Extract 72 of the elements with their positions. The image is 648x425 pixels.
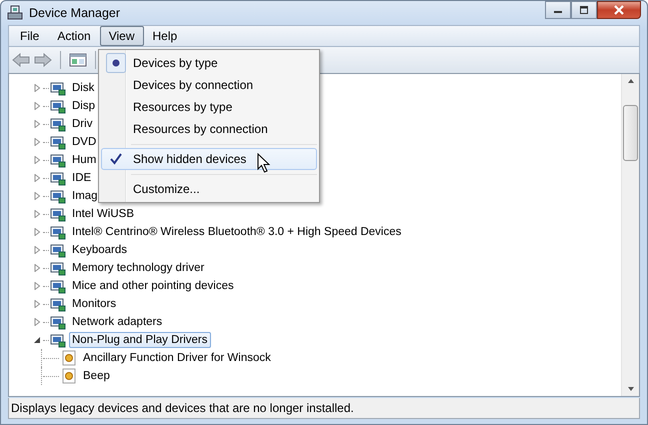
tree-item[interactable]: Mice and other pointing devices <box>69 278 237 294</box>
device-icon <box>50 116 66 132</box>
device-icon <box>50 260 66 276</box>
properties-window-icon[interactable] <box>69 52 87 68</box>
expand-arrow-icon[interactable] <box>33 282 41 290</box>
device-icon <box>50 80 66 96</box>
expand-arrow-icon[interactable] <box>33 120 41 128</box>
tree-item[interactable]: Intel WiUSB <box>69 206 137 222</box>
device-icon <box>50 242 66 258</box>
tree-item[interactable]: IDE <box>69 170 94 186</box>
tree-item[interactable]: Memory technology driver <box>69 260 208 276</box>
tree-item[interactable]: Hum <box>69 152 100 168</box>
vertical-scrollbar[interactable] <box>621 74 639 396</box>
menu-item[interactable]: File <box>11 26 48 46</box>
menu-option[interactable]: Customize... <box>101 178 317 200</box>
forward-arrow-icon[interactable] <box>34 53 52 67</box>
window-title: Device Manager <box>29 6 120 20</box>
device-icon <box>50 224 66 240</box>
device-icon <box>50 206 66 222</box>
tree-item[interactable]: Disp <box>69 98 98 114</box>
close-button[interactable] <box>597 1 641 19</box>
menu-option[interactable]: Show hidden devices <box>101 148 317 170</box>
menu-item[interactable]: Action <box>48 26 100 46</box>
maximize-button[interactable] <box>571 1 597 19</box>
device-icon <box>50 134 66 150</box>
tree-item[interactable]: Keyboards <box>69 242 130 258</box>
expand-arrow-icon[interactable] <box>33 300 41 308</box>
tree-item[interactable]: Monitors <box>69 296 120 312</box>
menu-option[interactable]: Devices by connection <box>101 74 317 96</box>
tree-item[interactable]: DVD <box>69 134 100 150</box>
gear-document-icon <box>61 368 77 384</box>
tree-item[interactable]: Intel® Centrino® Wireless Bluetooth® 3.0 + High Speed Devices <box>69 224 404 240</box>
maximize-icon <box>579 6 589 14</box>
expand-arrow-icon[interactable] <box>33 192 41 200</box>
device-icon <box>50 152 66 168</box>
menu-option[interactable]: Resources by connection <box>101 118 317 140</box>
device-icon <box>50 278 66 294</box>
expand-arrow-icon[interactable] <box>33 246 41 254</box>
menu-option[interactable]: Resources by type <box>101 96 317 118</box>
expand-arrow-icon[interactable] <box>33 228 41 236</box>
device-icon <box>50 296 66 312</box>
expand-arrow-icon[interactable] <box>33 264 41 272</box>
expand-arrow-icon[interactable] <box>33 174 41 182</box>
tree-item[interactable]: Driv <box>69 116 96 132</box>
tree-item[interactable]: Beep <box>80 368 113 384</box>
gear-document-icon <box>61 350 77 366</box>
tree-item[interactable]: Imag <box>69 188 101 204</box>
back-arrow-icon[interactable] <box>12 53 30 67</box>
tree-item[interactable]: Disk <box>69 80 98 96</box>
minimize-button[interactable] <box>545 1 571 19</box>
close-icon <box>613 5 625 15</box>
menu-item[interactable]: View <box>100 26 144 46</box>
tree-item[interactable]: Non-Plug and Play Drivers <box>69 332 211 348</box>
computer-icon <box>7 5 23 21</box>
device-icon <box>50 332 66 348</box>
expand-arrow-icon[interactable] <box>33 210 41 218</box>
collapse-arrow-icon[interactable] <box>33 336 41 344</box>
device-icon <box>50 98 66 114</box>
expand-arrow-icon[interactable] <box>33 102 41 110</box>
device-icon <box>50 188 66 204</box>
expand-arrow-icon[interactable] <box>33 138 41 146</box>
expand-arrow-icon[interactable] <box>33 156 41 164</box>
tree-item[interactable]: Ancillary Function Driver for Winsock <box>80 350 274 366</box>
tree-item[interactable]: Network adapters <box>69 314 166 330</box>
expand-arrow-icon[interactable] <box>33 84 41 92</box>
expand-arrow-icon[interactable] <box>33 318 41 326</box>
device-icon <box>50 314 66 330</box>
mouse-pointer-icon <box>257 153 271 174</box>
scrollbar-thumb[interactable] <box>623 105 638 161</box>
menu-item[interactable]: Help <box>144 26 186 46</box>
status-text: Displays legacy devices and devices that are no longer installed. <box>11 401 354 415</box>
device-icon <box>50 170 66 186</box>
